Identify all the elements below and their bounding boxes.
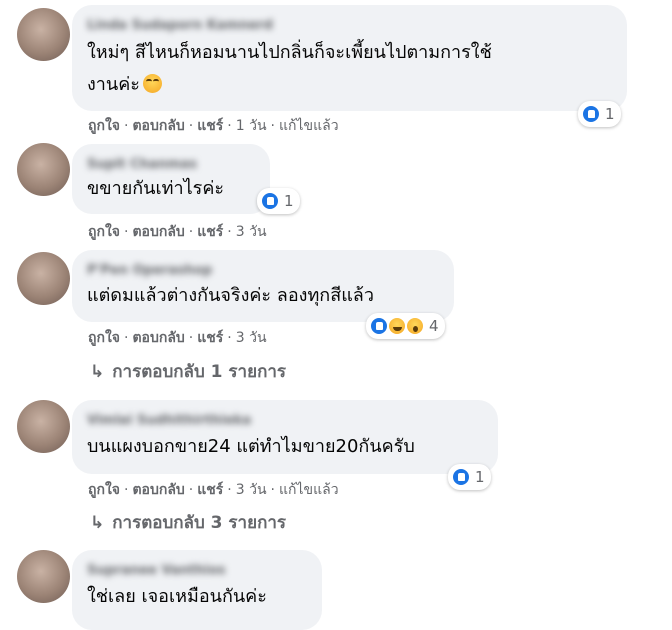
reaction-summary[interactable]: 1 <box>448 464 491 490</box>
timestamp[interactable]: 1 วัน <box>236 118 267 134</box>
avatar[interactable] <box>17 252 70 305</box>
comment-author[interactable]: Linda Sudaporn Kamnerd <box>87 15 611 37</box>
comment-actions: ถูกใจ · ตอบกลับ · แชร์ · 3 วัน · แก้ไขแล้ว <box>88 482 339 498</box>
comment-text: บนแผงบอกขาย24 แต่ทำไมขาย20กันครับ <box>87 436 415 457</box>
comment-text: ใช่เลย เจอเหมือนกันค่ะ <box>87 586 267 607</box>
edited-label[interactable]: แก้ไขแล้ว <box>279 118 339 134</box>
comment-actions: ถูกใจ · ตอบกลับ · แชร์ · 1 วัน · แก้ไขแล้ว <box>88 118 339 134</box>
reaction-summary[interactable]: 4 <box>366 313 445 339</box>
comment-text: แต่ดมแล้วต่างกันจริงค่ะ ลองทุกสีแล้ว <box>87 285 374 306</box>
avatar[interactable] <box>17 550 70 603</box>
avatar[interactable] <box>17 143 70 196</box>
share-link[interactable]: แชร์ <box>197 482 223 498</box>
reply-link[interactable]: ตอบกลับ <box>132 330 184 346</box>
avatar[interactable] <box>17 400 70 453</box>
comment-text: ขขายกันเท่าไรค่ะ <box>87 178 225 199</box>
comment-bubble: Vimlai Sudhithirthieka บนแผงบอกขาย24 แต่… <box>72 400 498 474</box>
comment-author[interactable]: Supit Chanmas <box>87 154 254 176</box>
share-link[interactable]: แชร์ <box>197 330 223 346</box>
avatar[interactable] <box>17 8 70 61</box>
reaction-summary[interactable]: 1 <box>578 101 621 127</box>
like-icon <box>260 191 280 211</box>
timestamp[interactable]: 3 วัน <box>236 482 267 498</box>
rolling-on-floor-laughing-emoji <box>142 74 162 93</box>
timestamp[interactable]: 3 วัน <box>236 330 267 346</box>
share-link[interactable]: แชร์ <box>197 224 223 240</box>
timestamp[interactable]: 3 วัน <box>236 224 267 240</box>
reaction-summary[interactable]: 1 <box>257 188 300 214</box>
comment-actions: ถูกใจ · ตอบกลับ · แชร์ · 3 วัน <box>88 330 267 346</box>
like-icon <box>369 316 389 336</box>
view-replies-link[interactable]: ↳ การตอบกลับ 1 รายการ <box>90 360 286 384</box>
wow-icon <box>405 316 425 336</box>
reply-arrow-icon: ↳ <box>90 362 105 382</box>
like-link[interactable]: ถูกใจ <box>88 330 120 346</box>
like-icon <box>451 467 471 487</box>
comment-actions: ถูกใจ · ตอบกลับ · แชร์ · 3 วัน <box>88 224 267 240</box>
comment-bubble: Supit Chanmas ขขายกันเท่าไรค่ะ <box>72 144 270 214</box>
comment-bubble: Supranee Vanthios ใช่เลย เจอเหมือนกันค่ะ <box>72 550 322 630</box>
like-link[interactable]: ถูกใจ <box>88 224 120 240</box>
reply-link[interactable]: ตอบกลับ <box>132 224 184 240</box>
comment-author[interactable]: Vimlai Sudhithirthieka <box>87 410 482 432</box>
haha-icon <box>387 316 407 336</box>
comment-bubble: P'Pen Operashop แต่ดมแล้วต่างกันจริงค่ะ … <box>72 250 454 322</box>
reply-arrow-icon: ↳ <box>90 513 105 533</box>
comment-text: ใหม่ๆ สีไหนก็หอมนานไปกลิ่นก็จะเพี้ยนไปตา… <box>87 42 492 95</box>
like-link[interactable]: ถูกใจ <box>88 118 120 134</box>
reply-link[interactable]: ตอบกลับ <box>132 482 184 498</box>
like-link[interactable]: ถูกใจ <box>88 482 120 498</box>
edited-label[interactable]: แก้ไขแล้ว <box>279 482 339 498</box>
share-link[interactable]: แชร์ <box>197 118 223 134</box>
comment-author[interactable]: Supranee Vanthios <box>87 560 306 582</box>
comment-bubble: Linda Sudaporn Kamnerd ใหม่ๆ สีไหนก็หอมน… <box>72 5 627 111</box>
comment-author[interactable]: P'Pen Operashop <box>87 260 438 282</box>
like-icon <box>581 104 601 124</box>
view-replies-link[interactable]: ↳ การตอบกลับ 3 รายการ <box>90 511 286 535</box>
reply-link[interactable]: ตอบกลับ <box>132 118 184 134</box>
